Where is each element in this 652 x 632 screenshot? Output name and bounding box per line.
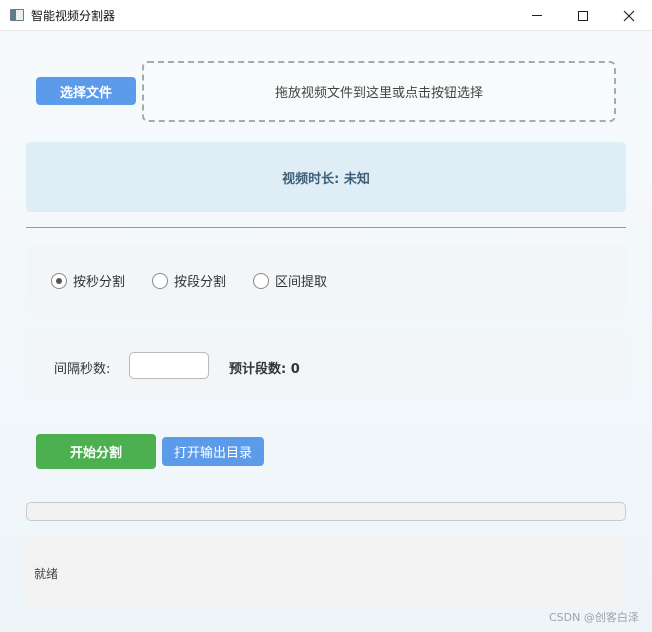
video-info-panel: 视频时长: 未知 <box>26 142 626 212</box>
maximize-icon <box>578 10 588 21</box>
status-panel: 就绪 <box>26 536 626 606</box>
app-icon <box>10 9 24 21</box>
maximize-button[interactable] <box>560 0 606 31</box>
watermark: CSDN @创客白泽 <box>549 611 639 624</box>
interval-input[interactable] <box>129 352 209 379</box>
radio-by-segments-label: 按段分割 <box>174 275 227 290</box>
start-split-button[interactable]: 开始分割 <box>36 434 156 469</box>
divider <box>26 227 626 228</box>
minimize-icon <box>532 15 542 16</box>
select-file-button[interactable]: 选择文件 <box>36 77 136 105</box>
interval-label: 间隔秒数: <box>54 362 111 377</box>
estimate-label: 预计段数: 0 <box>229 362 300 377</box>
duration-label: 视频时长: 未知 <box>282 171 370 187</box>
params-panel: 间隔秒数: 预计段数: 0 <box>26 331 626 401</box>
radio-checked-icon <box>51 272 67 289</box>
radio-by-seconds[interactable]: 按秒分割 <box>51 271 125 290</box>
drop-zone[interactable]: 拖放视频文件到这里或点击按钮选择 <box>142 61 616 122</box>
title-bar: 智能视频分割器 <box>0 0 652 31</box>
window-title: 智能视频分割器 <box>31 8 116 23</box>
close-icon <box>623 10 635 21</box>
main-area: 选择文件 拖放视频文件到这里或点击按钮选择 视频时长: 未知 按秒分割 按段分割… <box>0 31 652 632</box>
progress-bar <box>26 502 626 521</box>
radio-unchecked-icon <box>152 272 168 289</box>
status-text: 就绪 <box>34 567 59 581</box>
radio-range-extract[interactable]: 区间提取 <box>253 271 327 290</box>
minimize-button[interactable] <box>514 0 560 31</box>
close-button[interactable] <box>606 0 652 31</box>
drop-hint: 拖放视频文件到这里或点击按钮选择 <box>274 86 483 101</box>
radio-range-extract-label: 区间提取 <box>275 275 328 290</box>
radio-unchecked-icon <box>253 272 269 289</box>
mode-panel: 按秒分割 按段分割 区间提取 <box>26 245 626 315</box>
open-output-dir-button[interactable]: 打开输出目录 <box>162 437 264 466</box>
radio-by-segments[interactable]: 按段分割 <box>152 271 226 290</box>
radio-by-seconds-label: 按秒分割 <box>73 275 126 290</box>
